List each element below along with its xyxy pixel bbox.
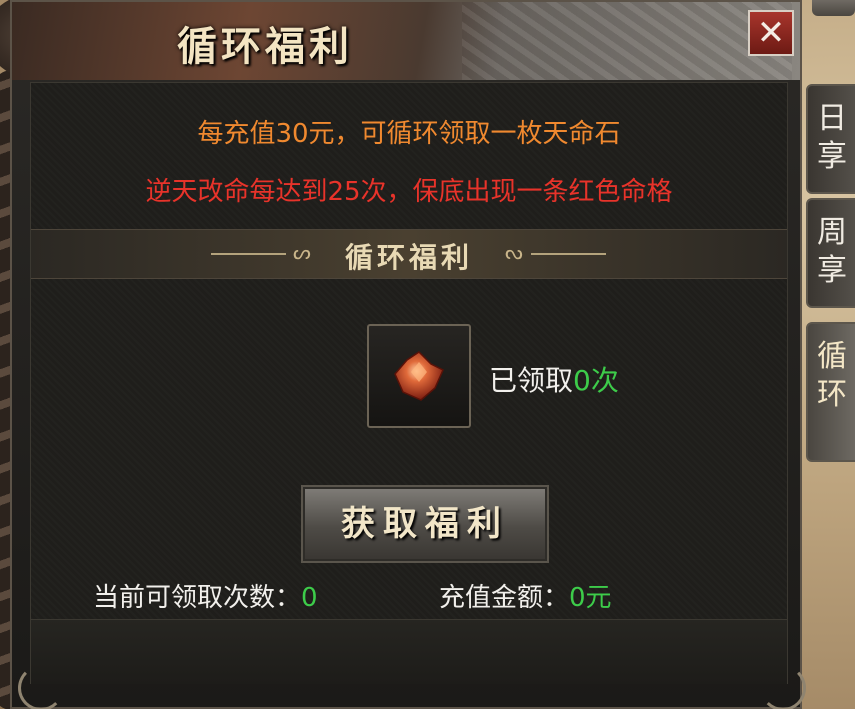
bottom-strip [31, 619, 787, 684]
claimed-count-value: 0次 [573, 364, 619, 397]
tab-cycle-char2: 环 [817, 377, 847, 412]
claimed-label: 已领取 [489, 364, 574, 397]
available-times-stat: 当前可领取次数：0 [93, 577, 318, 614]
game-scene: 循环福利 ✕ 每充值30元，可循环领取一枚天命石 逆天改命每达到25次，保底出现… [0, 0, 855, 709]
recharge-amount-value: 0元 [569, 583, 612, 613]
panel-title: 循环福利 [177, 23, 353, 70]
corner-ornament-right [760, 665, 806, 709]
recharge-amount-label: 充值金额： [439, 583, 570, 613]
guarantee-rule-text: 逆天改命每达到25次，保底出现一条红色命格 [145, 177, 673, 207]
claim-welfare-button[interactable]: 获取福利 [301, 485, 549, 563]
section-header: ᔕ 循环福利 ᔓ [31, 229, 787, 279]
tab-cycle-char1: 循 [817, 339, 847, 374]
available-times-value: 0 [301, 583, 318, 613]
top-right-menu-edge [812, 0, 855, 16]
fate-stone-icon [394, 351, 444, 401]
corner-ornament-left [18, 665, 64, 709]
ornament-right-icon: ᔓ [505, 240, 523, 264]
close-button[interactable]: ✕ [748, 10, 794, 56]
tab-daily[interactable]: 日 享 [806, 84, 855, 194]
panel-header: 循环福利 ✕ [12, 2, 800, 80]
divider-line-right [531, 253, 606, 255]
tab-daily-char2: 享 [817, 139, 847, 174]
panel-content: 每充值30元，可循环领取一枚天命石 逆天改命每达到25次，保底出现一条红色命格 … [30, 82, 788, 684]
recharge-amount-stat: 充值金额：0元 [439, 577, 612, 614]
tab-weekly-char1: 周 [817, 215, 847, 250]
tab-weekly-char2: 享 [817, 253, 847, 288]
header-pattern [462, 2, 792, 80]
cycle-welfare-panel: 循环福利 ✕ 每充值30元，可循环领取一枚天命石 逆天改命每达到25次，保底出现… [10, 0, 802, 709]
tab-weekly[interactable]: 周 享 [806, 198, 855, 308]
claimed-count-text: 已领取0次 [489, 359, 619, 399]
tab-daily-char1: 日 [817, 101, 847, 136]
section-title: 循环福利 [344, 241, 473, 274]
tab-cycle[interactable]: 循 环 [806, 322, 855, 462]
available-times-label: 当前可领取次数： [93, 583, 302, 613]
fate-stone-slot[interactable] [367, 324, 471, 428]
recharge-rule-text: 每充值30元，可循环领取一枚天命石 [197, 119, 621, 149]
